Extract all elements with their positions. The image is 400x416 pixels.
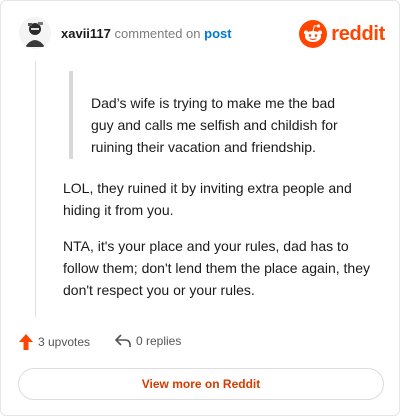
thread-line: [35, 61, 36, 317]
view-more-on-reddit-button[interactable]: View more on Reddit: [18, 368, 384, 400]
upvote-count: 3 upvotes: [38, 335, 91, 349]
quoted-text-block: Dad’s wife is trying to make me the bad …: [69, 71, 373, 159]
comment-paragraph: NTA, it's your place and your rules, dad…: [63, 238, 370, 298]
header-text: xavii117 commented on post: [61, 26, 232, 41]
comment-paragraph: LOL, they ruined it by inviting extra pe…: [63, 180, 352, 218]
upvotes[interactable]: 3 upvotes: [19, 334, 90, 350]
post-link[interactable]: post: [204, 26, 231, 41]
reddit-snoo-icon: [299, 20, 328, 48]
user-avatar[interactable]: [19, 17, 51, 49]
reply-count: 0 replies: [136, 334, 182, 348]
reddit-logo[interactable]: reddit: [299, 19, 385, 49]
username-link[interactable]: xavii117: [61, 26, 111, 41]
brand-wordmark: reddit: [331, 22, 385, 45]
embedded-comment-card: xavii117 commented on post reddit Dad’s …: [0, 0, 400, 416]
action-text: commented on: [114, 26, 201, 41]
quoted-text: Dad’s wife is trying to make me the bad …: [91, 95, 338, 155]
comment-header: xavii117 commented on post reddit: [19, 17, 385, 51]
replies[interactable]: 0 replies: [115, 334, 181, 348]
reply-arrow-icon: [115, 334, 131, 347]
upvote-arrow-icon: [19, 334, 33, 350]
